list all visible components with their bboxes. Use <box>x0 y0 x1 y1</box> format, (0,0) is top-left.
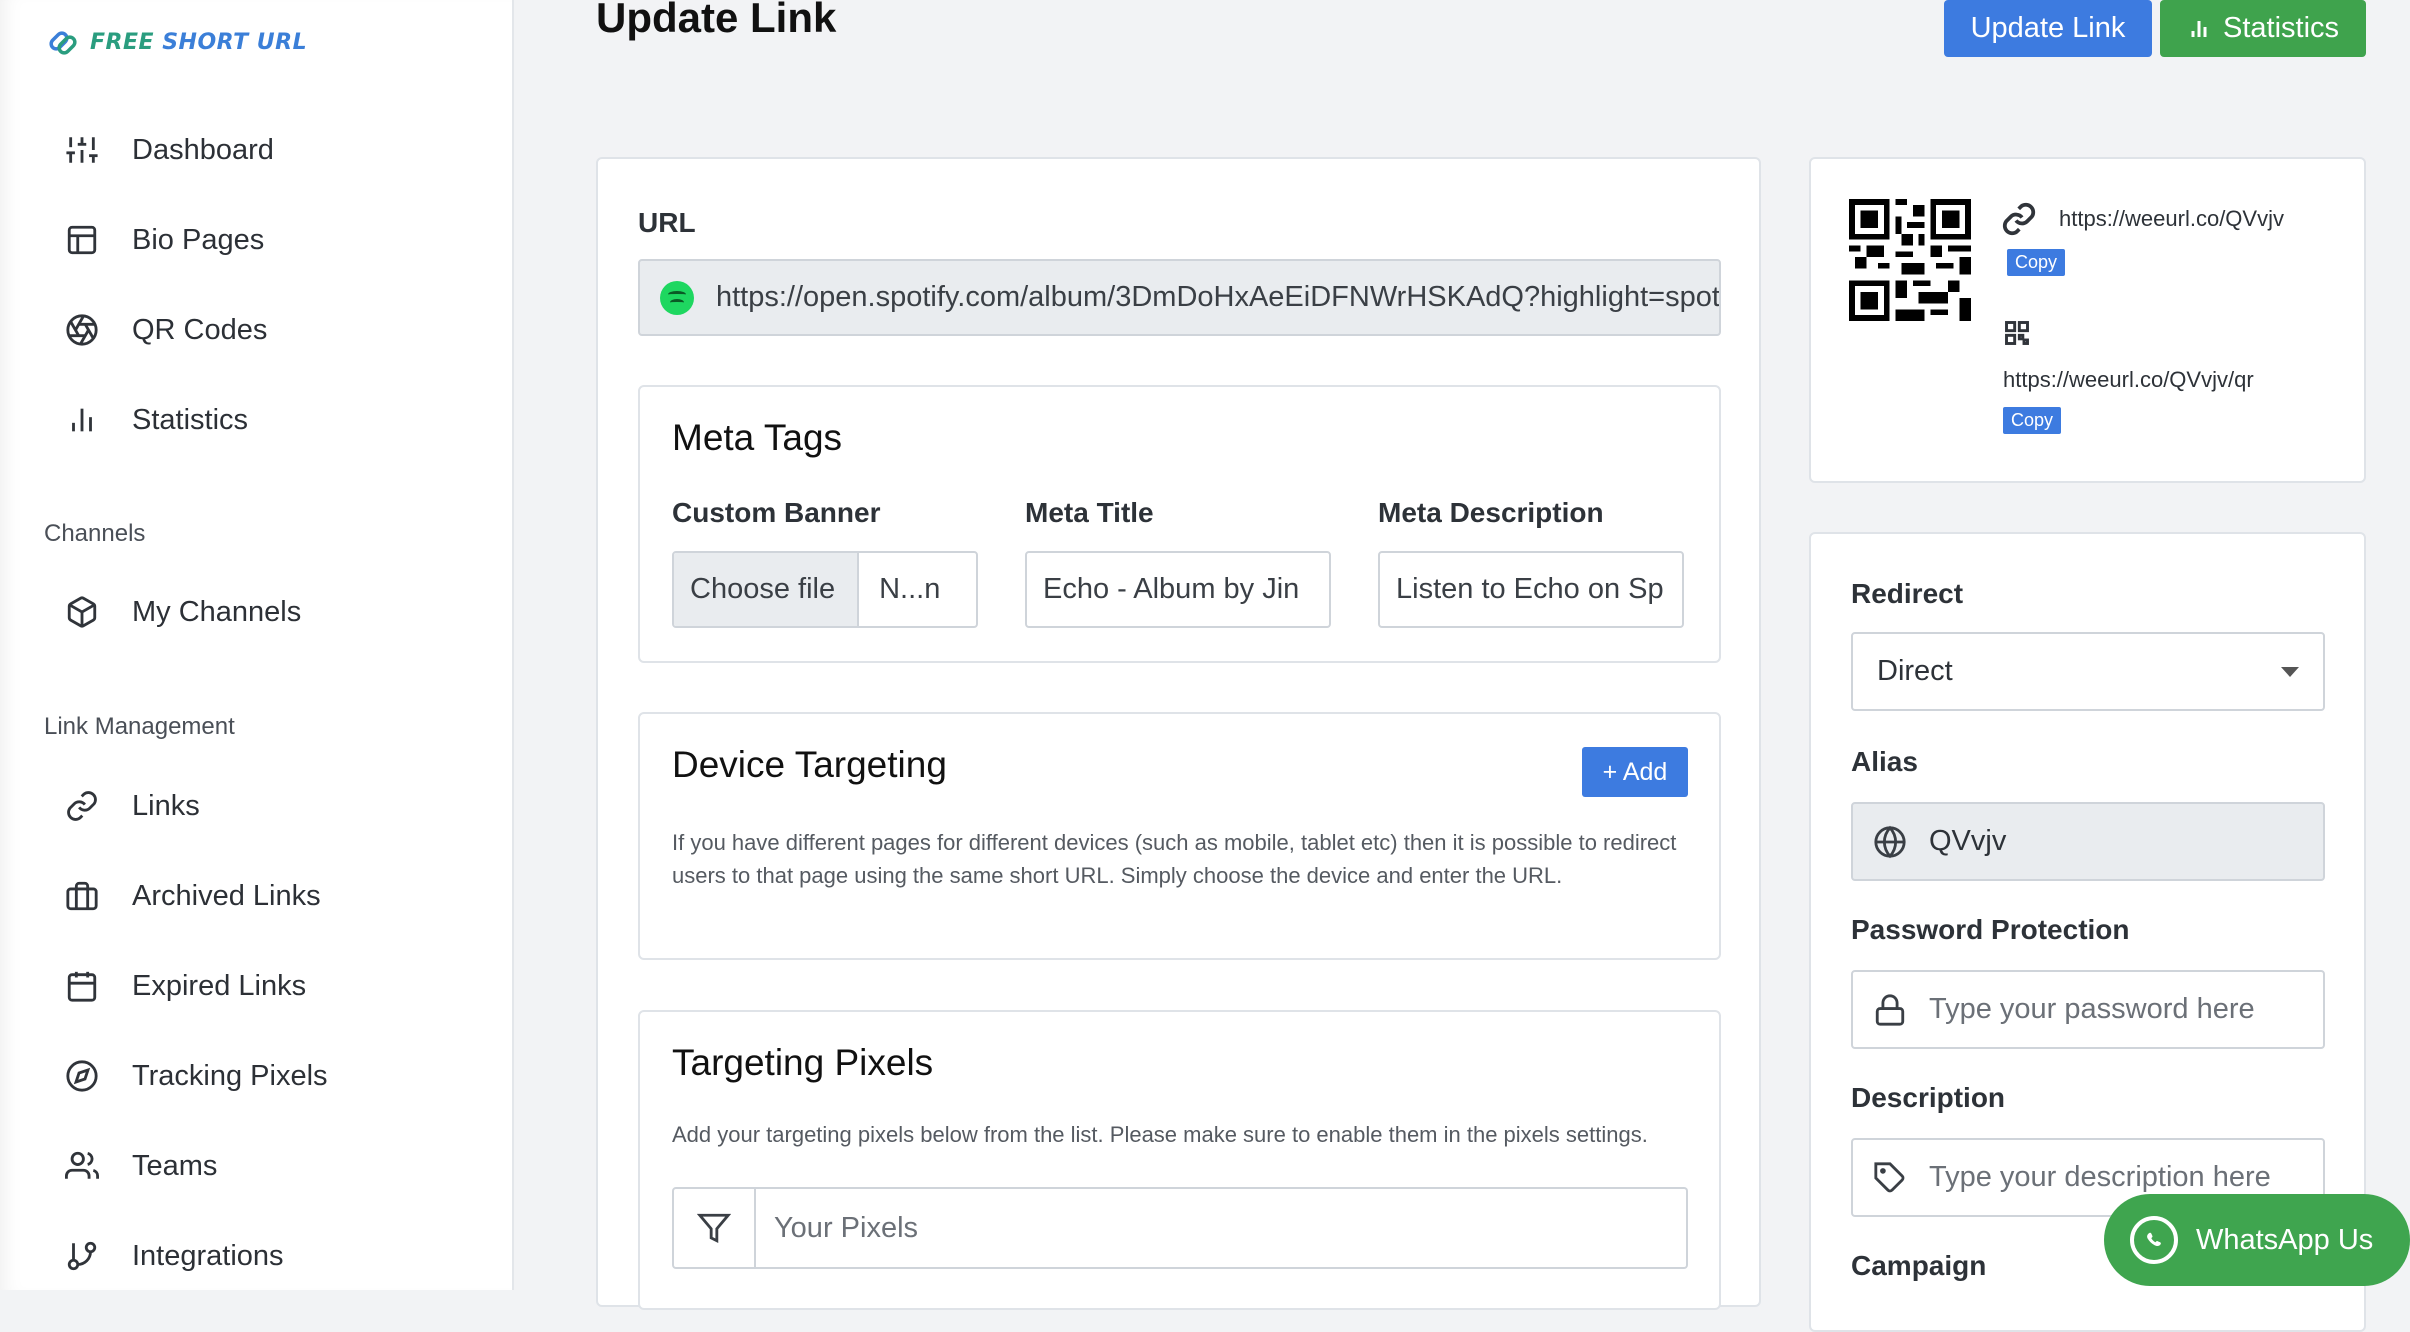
bar-chart-icon <box>62 400 102 440</box>
copy-short-url-button[interactable]: Copy <box>2007 249 2066 276</box>
meta-description-input[interactable]: Listen to Echo on Sp <box>1378 551 1684 628</box>
password-label: Password Protection <box>1851 914 2130 945</box>
nav-bio-pages[interactable]: Bio Pages <box>62 210 264 270</box>
aperture-icon <box>62 310 102 350</box>
short-url-row: https://weeurl.co/QVvjv <box>2001 201 2284 237</box>
briefcase-icon <box>62 876 102 916</box>
device-targeting-card: Device Targeting + Add If you have diffe… <box>638 712 1721 960</box>
meta-title-input[interactable]: Echo - Album by Jin <box>1025 551 1331 628</box>
meta-tags-title: Meta Tags <box>672 417 843 458</box>
whatsapp-icon <box>2130 1216 2178 1264</box>
whatsapp-chat-button[interactable]: WhatsApp Us <box>2104 1194 2410 1286</box>
nav-tracking-pixels[interactable]: Tracking Pixels <box>62 1046 328 1106</box>
redirect-label: Redirect <box>1851 578 1964 609</box>
alias-input[interactable]: QVvjv <box>1851 802 2325 881</box>
nav-label: Teams <box>132 1149 218 1182</box>
add-device-button[interactable]: + Add <box>1582 747 1688 797</box>
meta-tags-card: Meta Tags Custom Banner Meta Title Meta … <box>638 385 1721 663</box>
calendar-icon <box>62 966 102 1006</box>
short-url-text[interactable]: https://weeurl.co/QVvjv <box>2059 206 2284 232</box>
nav-label: Archived Links <box>132 879 321 912</box>
nav-label: Expired Links <box>132 969 307 1002</box>
spotify-icon <box>660 280 694 315</box>
statistics-button[interactable]: Statistics <box>2160 0 2366 57</box>
bar-chart-icon <box>2191 20 2207 37</box>
url-value: https://open.spotify.com/album/3DmDoHxAe… <box>716 281 1720 313</box>
url-label: URL <box>638 207 696 238</box>
nav-qr-codes[interactable]: QR Codes <box>62 300 267 360</box>
sliders-icon <box>62 130 102 170</box>
update-link-button[interactable]: Update Link <box>1944 0 2152 57</box>
git-branch-icon <box>62 1236 102 1276</box>
targeting-pixels-help: Add your targeting pixels below from the… <box>672 1122 1648 1147</box>
alias-value: QVvjv <box>1929 825 2007 857</box>
nav-label: Integrations <box>132 1239 284 1272</box>
section-link-management: Link Management <box>44 713 235 740</box>
chevron-down-icon <box>2281 667 2299 677</box>
copy-qr-url-button[interactable]: Copy <box>2003 407 2062 434</box>
device-targeting-title: Device Targeting <box>672 744 947 785</box>
whatsapp-label: WhatsApp Us <box>2196 1223 2374 1256</box>
nav-label: Tracking Pixels <box>132 1059 328 1092</box>
page-title: Update Link <box>596 0 837 41</box>
nav-label: Bio Pages <box>132 223 265 256</box>
nav-integrations[interactable]: Integrations <box>62 1226 284 1286</box>
nav-label: QR Codes <box>132 313 268 346</box>
tag-icon <box>1874 1161 1905 1192</box>
sidebar: FREE SHORT URL Dashboard Bio Pages QR Co… <box>0 0 514 1290</box>
description-placeholder: Type your description here <box>1929 1161 2271 1193</box>
short-link-card: https://weeurl.co/QVvjv Copy https://wee… <box>1809 157 2366 483</box>
url-input[interactable]: https://open.spotify.com/album/3DmDoHxAe… <box>638 259 1721 336</box>
brand-logo[interactable]: FREE SHORT URL <box>44 20 307 64</box>
nav-statistics[interactable]: Statistics <box>62 390 248 450</box>
nav-my-channels[interactable]: My Channels <box>62 582 301 642</box>
link-icon <box>62 786 102 826</box>
chain-link-icon <box>49 31 77 55</box>
choose-file-button[interactable]: Choose file <box>674 553 860 626</box>
qr-code-image[interactable] <box>1849 199 1971 321</box>
users-icon <box>62 1146 102 1186</box>
nav-links[interactable]: Links <box>62 776 200 836</box>
password-input[interactable]: Type your password here <box>1851 970 2325 1049</box>
layout-icon <box>62 220 102 260</box>
statistics-button-label: Statistics <box>2222 12 2340 44</box>
box-icon <box>62 592 102 632</box>
meta-description-label: Meta Description <box>1378 497 1604 528</box>
alias-label: Alias <box>1851 746 1918 777</box>
redirect-value: Direct <box>1877 655 1953 687</box>
nav-label: Links <box>132 789 200 822</box>
password-placeholder: Type your password here <box>1929 993 2255 1025</box>
section-channels: Channels <box>44 520 146 547</box>
qr-url-row: https://weeurl.co/QVvjv/qr <box>2003 367 2254 393</box>
filter-icon <box>672 1187 756 1269</box>
qr-code-icon <box>2005 321 2029 345</box>
custom-banner-file-input[interactable]: Choose file N...n <box>672 551 978 628</box>
nav-expired-links[interactable]: Expired Links <box>62 956 306 1016</box>
pixels-select[interactable]: Your Pixels <box>672 1187 1688 1269</box>
qr-icon-row <box>2003 319 2031 347</box>
nav-archived-links[interactable]: Archived Links <box>62 866 321 926</box>
lock-icon <box>1875 993 1905 1026</box>
nav-label: My Channels <box>132 595 302 628</box>
pixels-input[interactable]: Your Pixels <box>756 1187 1688 1269</box>
redirect-select[interactable]: Direct <box>1851 632 2325 711</box>
compass-icon <box>62 1056 102 1096</box>
nav-teams[interactable]: Teams <box>62 1136 217 1196</box>
nav-dashboard[interactable]: Dashboard <box>62 120 274 180</box>
nav-label: Statistics <box>132 403 249 436</box>
qr-url-text[interactable]: https://weeurl.co/QVvjv/qr <box>2003 367 2254 393</box>
targeting-pixels-title: Targeting Pixels <box>672 1042 934 1083</box>
custom-banner-label: Custom Banner <box>672 497 881 528</box>
campaign-label: Campaign <box>1851 1250 1987 1281</box>
globe-icon <box>1874 825 1906 858</box>
file-name: N...n <box>879 573 941 605</box>
device-targeting-help: If you have different pages for differen… <box>672 830 1677 888</box>
nav-label: Dashboard <box>132 133 274 166</box>
logo-text: FREE SHORT URL <box>90 29 308 55</box>
meta-title-label: Meta Title <box>1025 497 1154 528</box>
link-form-card: URL https://open.spotify.com/album/3DmDo… <box>596 157 1761 1310</box>
description-label: Description <box>1851 1082 2006 1113</box>
targeting-pixels-card: Targeting Pixels Add your targeting pixe… <box>638 1010 1721 1310</box>
link-icon <box>2002 202 2036 236</box>
